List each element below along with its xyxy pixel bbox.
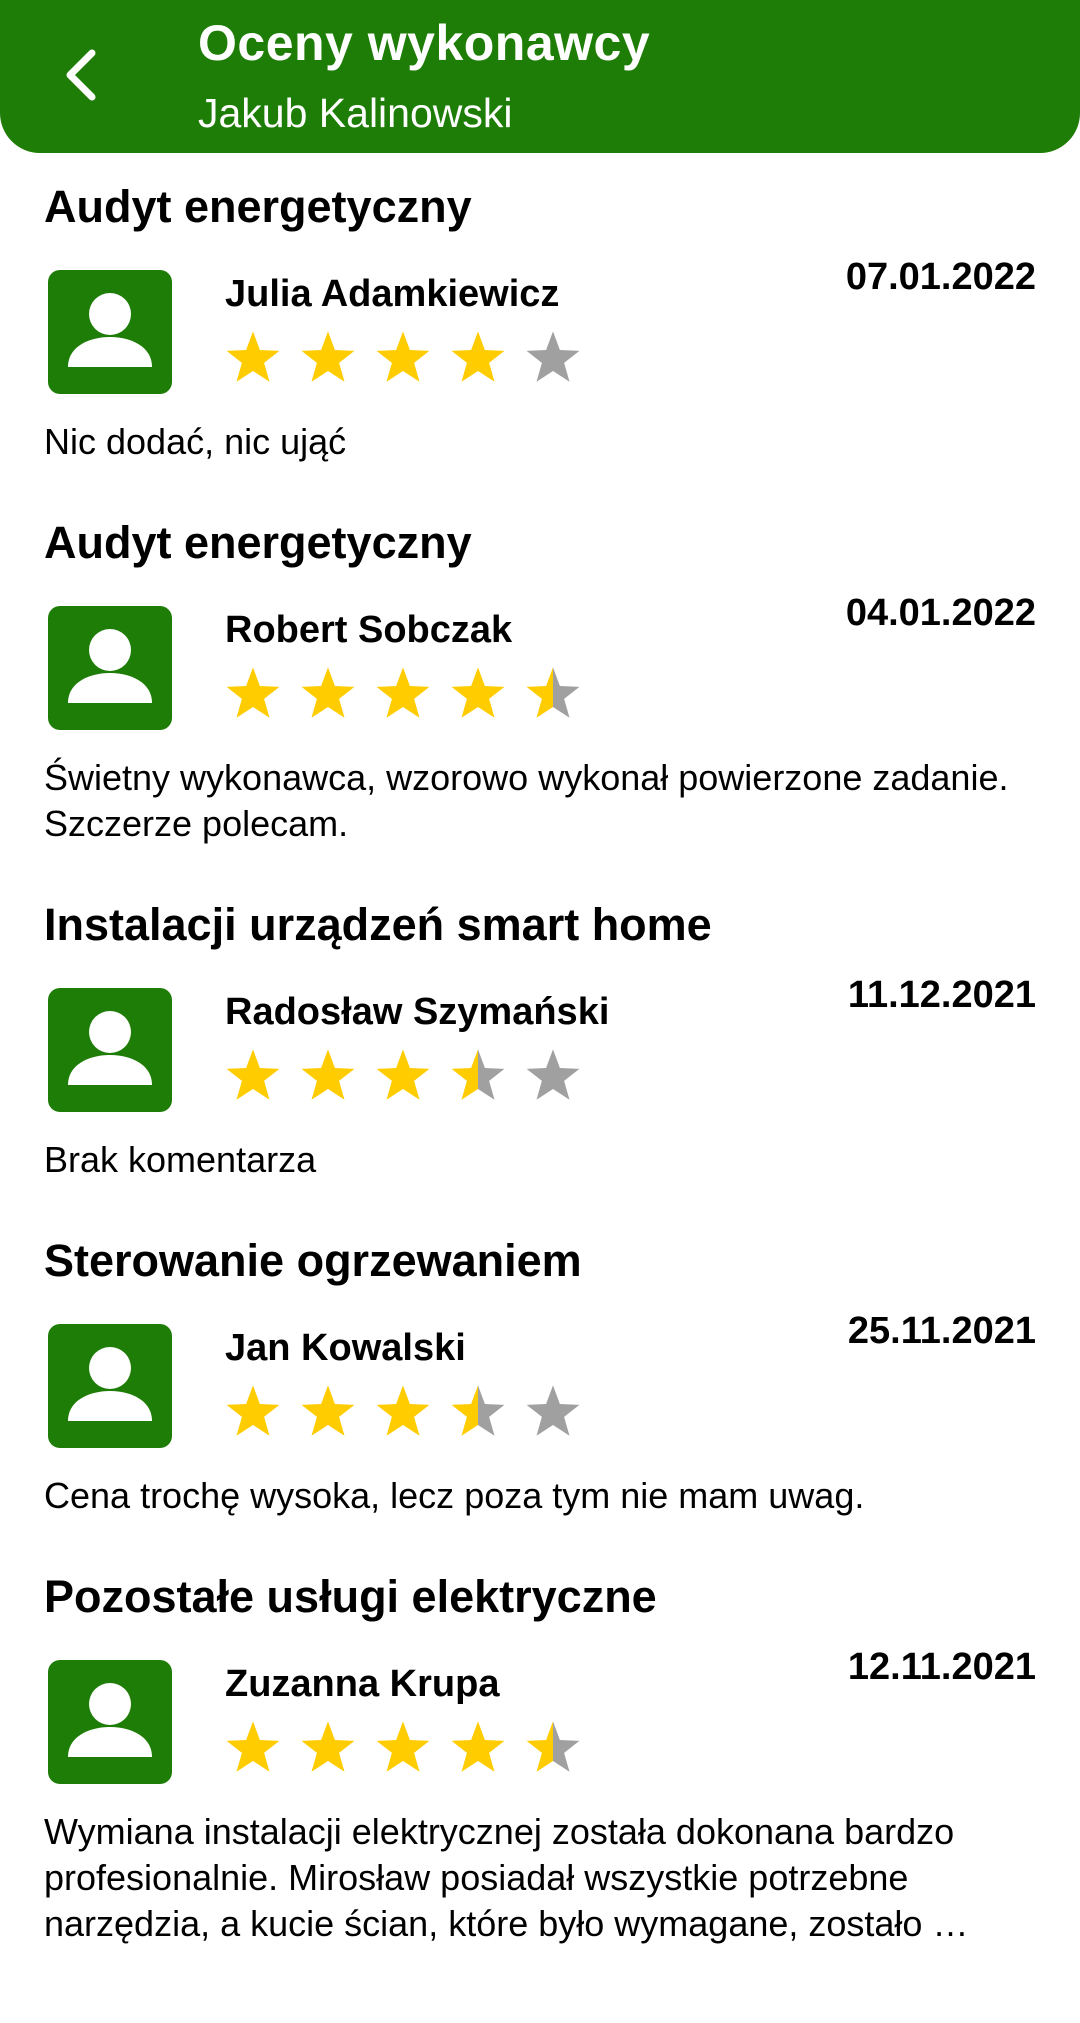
star-filled-icon bbox=[301, 1721, 355, 1772]
star-filled-icon bbox=[226, 667, 280, 718]
star-empty-icon bbox=[526, 331, 580, 382]
review-comment: Cena trochę wysoka, lecz poza tym nie ma… bbox=[44, 1475, 865, 1516]
star-filled-icon bbox=[376, 1385, 430, 1436]
avatar bbox=[48, 270, 172, 394]
service-title: Instalacji urządzeń smart home bbox=[44, 899, 712, 950]
person-icon bbox=[68, 1683, 152, 1757]
service-title: Pozostałe usługi elektryczne bbox=[44, 1571, 657, 1622]
review-comment: Wymiana instalacji elektrycznej została … bbox=[44, 1811, 969, 1944]
star-filled-icon bbox=[301, 1049, 355, 1100]
star-filled-icon bbox=[376, 1721, 430, 1772]
review-date: 07.01.2022 bbox=[845, 256, 1036, 298]
review-date: 04.01.2022 bbox=[845, 592, 1036, 634]
service-title: Audyt energetyczny bbox=[44, 517, 472, 568]
review-date: 25.11.2021 bbox=[847, 1310, 1036, 1352]
review-date: 11.12.2021 bbox=[847, 974, 1036, 1016]
person-icon bbox=[68, 1347, 152, 1421]
avatar bbox=[48, 1660, 172, 1784]
star-rating bbox=[223, 1047, 583, 1107]
review-comment: Świetny wykonawca, wzorowo wykonał powie… bbox=[44, 757, 1009, 844]
review-item: Audyt energetyczny Julia Adamkiewicz 07.… bbox=[0, 153, 1080, 489]
review-comment: Nic dodać, nic ująć bbox=[44, 421, 347, 462]
avatar bbox=[48, 988, 172, 1112]
avatar bbox=[48, 606, 172, 730]
star-filled-icon bbox=[226, 1049, 280, 1100]
service-title: Audyt energetyczny bbox=[44, 181, 472, 232]
star-rating bbox=[223, 1383, 583, 1443]
review-item: Sterowanie ogrzewaniem Jan Kowalski 25.1… bbox=[0, 1207, 1080, 1543]
review-comment: Brak komentarza bbox=[44, 1139, 317, 1180]
service-title: Sterowanie ogrzewaniem bbox=[44, 1235, 582, 1286]
reviewer-name: Robert Sobczak bbox=[225, 609, 513, 651]
star-filled-icon bbox=[226, 1385, 280, 1436]
reviews-list[interactable]: Audyt energetyczny Julia Adamkiewicz 07.… bbox=[0, 153, 1080, 2023]
star-half-icon bbox=[526, 1721, 580, 1772]
star-filled-icon bbox=[226, 1721, 280, 1772]
reviewer-name: Radosław Szymański bbox=[225, 991, 610, 1033]
star-filled-icon bbox=[451, 331, 505, 382]
star-filled-icon bbox=[451, 667, 505, 718]
reviewer-name: Jan Kowalski bbox=[225, 1327, 466, 1369]
back-button[interactable] bbox=[40, 35, 120, 115]
star-filled-icon bbox=[376, 331, 430, 382]
contractor-name: Jakub Kalinowski bbox=[198, 90, 513, 136]
star-rating bbox=[223, 329, 583, 389]
star-filled-icon bbox=[301, 667, 355, 718]
chevron-left-icon bbox=[66, 49, 96, 101]
person-icon bbox=[68, 293, 152, 367]
person-icon bbox=[68, 1011, 152, 1085]
star-half-icon bbox=[451, 1049, 505, 1100]
star-rating bbox=[223, 665, 583, 725]
star-filled-icon bbox=[451, 1721, 505, 1772]
star-filled-icon bbox=[376, 1049, 430, 1100]
app-header: Oceny wykonawcy Jakub Kalinowski bbox=[0, 0, 1080, 153]
star-rating bbox=[223, 1719, 583, 1779]
star-empty-icon bbox=[526, 1049, 580, 1100]
review-date: 12.11.2021 bbox=[847, 1646, 1036, 1688]
page-title: Oceny wykonawcy bbox=[198, 15, 651, 71]
star-filled-icon bbox=[301, 331, 355, 382]
star-empty-icon bbox=[526, 1385, 580, 1436]
review-item: Pozostałe usługi elektryczne Zuzanna Kru… bbox=[0, 1543, 1080, 2023]
star-filled-icon bbox=[376, 667, 430, 718]
star-filled-icon bbox=[226, 331, 280, 382]
person-icon bbox=[68, 629, 152, 703]
star-filled-icon bbox=[301, 1385, 355, 1436]
star-half-icon bbox=[526, 667, 580, 718]
review-item: Instalacji urządzeń smart home Radosław … bbox=[0, 871, 1080, 1207]
avatar bbox=[48, 1324, 172, 1448]
reviewer-name: Zuzanna Krupa bbox=[225, 1663, 500, 1705]
star-half-icon bbox=[451, 1385, 505, 1436]
review-item: Audyt energetyczny Robert Sobczak 04.01.… bbox=[0, 489, 1080, 871]
reviewer-name: Julia Adamkiewicz bbox=[225, 273, 560, 315]
